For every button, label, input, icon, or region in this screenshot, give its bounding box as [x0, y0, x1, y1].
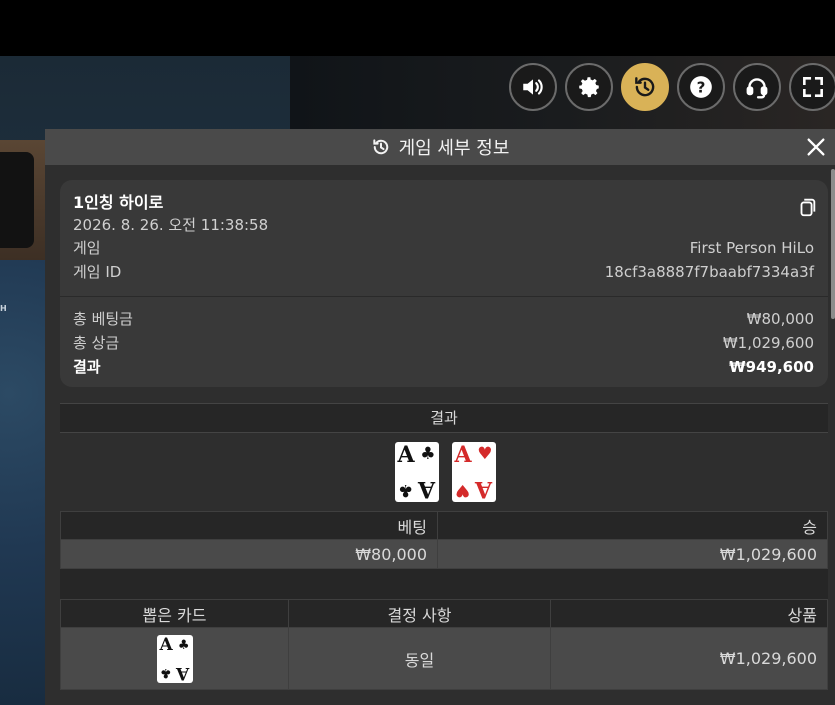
total-bet-row: 총 베팅금 ₩80,000 [73, 307, 814, 331]
panel-scrollbar[interactable] [831, 169, 835, 319]
win-amount: ₩1,029,600 [437, 539, 828, 569]
decision-header: 결정 사항 [288, 599, 551, 628]
game-row: 게임 First Person HiLo [73, 236, 814, 260]
table-row: ₩80,000 ₩1,029,600 [60, 539, 828, 569]
history-button[interactable] [621, 63, 669, 111]
total-win-value: ₩1,029,600 [722, 334, 814, 352]
table-felt [0, 260, 45, 705]
svg-text:?: ? [697, 78, 706, 96]
result-value: ₩949,600 [729, 358, 814, 376]
total-win-label: 총 상금 [73, 334, 120, 352]
help-button[interactable]: ? [677, 63, 725, 111]
playing-card: A ♥ ♥ A [451, 442, 496, 502]
drawn-card-header: 뽑은 카드 [60, 599, 289, 628]
table-rail-inner [0, 152, 34, 248]
panel-content: 1인칭 하이로 2026. 8. 26. 오전 11:38:58 게임 Firs… [45, 180, 835, 690]
result-label: 결과 [73, 358, 101, 376]
heart-suit-icon: ♥ [454, 480, 470, 500]
panel-title: 게임 세부 정보 [398, 138, 510, 159]
game-title: 1인칭 하이로 [73, 193, 164, 212]
panel-header: 게임 세부 정보 [45, 129, 835, 165]
game-details-panel: 게임 세부 정보 1인칭 하이로 2026. 8. 26. 오전 11:38:5… [45, 129, 835, 705]
bet-amount: ₩80,000 [60, 539, 438, 569]
help-icon: ? [690, 76, 712, 98]
drawn-card-cell: A ♣ ♣ A [60, 627, 289, 690]
result-cards: A ♣ ♣ A A ♥ ♥ A [60, 433, 830, 511]
fullscreen-button[interactable] [789, 63, 835, 111]
copy-icon[interactable] [796, 196, 818, 218]
history-icon [635, 77, 655, 97]
headset-icon [746, 78, 768, 99]
game-datetime: 2026. 8. 26. 오전 11:38:58 [73, 216, 269, 234]
bet-table-header: 베팅 승 [60, 511, 828, 540]
heart-suit-icon: ♥ [477, 444, 493, 464]
prize-value: ₩1,029,600 [550, 627, 828, 690]
section-spacer [60, 569, 828, 599]
playing-card: A ♣ ♣ A [394, 442, 439, 502]
game-value: First Person HiLo [689, 239, 814, 257]
draw-table: 뽑은 카드 결정 사항 상품 A ♣ ♣ A 동일 ₩1,029,600 [60, 599, 828, 690]
close-icon [807, 138, 825, 156]
felt-text: H [0, 304, 7, 313]
club-suit-icon: ♣ [177, 637, 190, 653]
game-id-label: 게임 ID [73, 263, 122, 281]
club-suit-icon: ♣ [397, 480, 413, 500]
card-rank: A [176, 662, 190, 683]
gear-icon [579, 77, 599, 98]
card-rank: A [454, 442, 472, 468]
table-row: A ♣ ♣ A 동일 ₩1,029,600 [60, 627, 828, 690]
card-rank: A [397, 442, 415, 468]
speaker-icon [523, 79, 543, 95]
bet-header: 베팅 [60, 511, 438, 540]
club-suit-icon: ♣ [420, 444, 436, 464]
top-controls: ? [509, 63, 835, 111]
win-header: 승 [437, 511, 828, 540]
prize-header: 상품 [550, 599, 828, 628]
game-id-value: 18cf3a8887f7baabf7334a3f [604, 263, 814, 281]
total-bet-label: 총 베팅금 [73, 310, 133, 328]
club-suit-icon: ♣ [159, 664, 172, 680]
result-row: 결과 ₩949,600 [73, 355, 814, 379]
result-section-title: 결과 [60, 403, 828, 433]
fullscreen-icon [803, 77, 823, 97]
bet-table: 베팅 승 ₩80,000 ₩1,029,600 [60, 511, 828, 569]
history-icon [372, 139, 388, 155]
summary-top: 1인칭 하이로 2026. 8. 26. 오전 11:38:58 게임 Firs… [60, 180, 828, 296]
support-button[interactable] [733, 63, 781, 111]
decision-value: 동일 [288, 627, 551, 690]
total-bet-value: ₩80,000 [746, 310, 814, 328]
card-rank: A [418, 476, 436, 502]
playing-card: A ♣ ♣ A [156, 634, 193, 683]
settings-button[interactable] [565, 63, 613, 111]
summary-card: 1인칭 하이로 2026. 8. 26. 오전 11:38:58 게임 Firs… [60, 180, 828, 387]
total-win-row: 총 상금 ₩1,029,600 [73, 331, 814, 355]
close-button[interactable] [803, 134, 829, 160]
game-label: 게임 [73, 239, 101, 257]
card-rank: A [159, 634, 173, 655]
card-rank: A [475, 476, 493, 502]
game-id-row: 게임 ID 18cf3a8887f7baabf7334a3f [73, 260, 814, 284]
sound-button[interactable] [509, 63, 557, 111]
draw-table-header: 뽑은 카드 결정 사항 상품 [60, 599, 828, 628]
summary-bottom: 총 베팅금 ₩80,000 총 상금 ₩1,029,600 결과 ₩949,60… [60, 297, 828, 387]
